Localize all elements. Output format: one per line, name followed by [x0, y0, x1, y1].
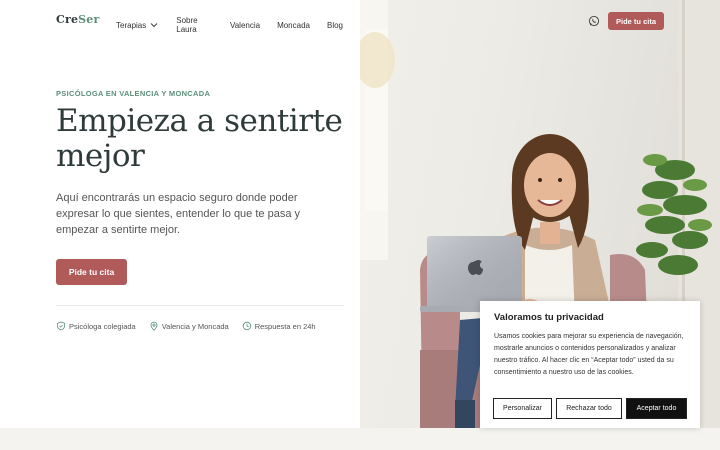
badge-label: Psicóloga colegiada — [69, 321, 136, 331]
chevron-down-icon — [150, 23, 158, 28]
nav-item-label: Moncada — [277, 20, 310, 30]
map-pin-icon — [150, 321, 158, 331]
hero-description: Aquí encontrarás un espacio seguro donde… — [56, 192, 300, 236]
logo-text-part1: Cre — [56, 13, 79, 26]
nav-item-moncada[interactable]: Moncada — [277, 21, 310, 30]
header-actions: Pide tu cita — [588, 12, 664, 30]
cookie-accept-button[interactable]: Aceptar todo — [626, 398, 687, 419]
whatsapp-icon[interactable] — [588, 15, 600, 27]
nav-item-blog[interactable]: Blog — [327, 21, 343, 30]
cookie-description: Usamos cookies para mejorar su experienc… — [494, 333, 684, 376]
nav-item-sobre-laura[interactable]: Sobre Laura — [176, 16, 213, 34]
logo-text-part2: Ser — [78, 13, 100, 26]
divider — [56, 305, 344, 306]
badge-label: Respuesta en 24h — [254, 321, 316, 331]
cookie-reject-button[interactable]: Rechazar todo — [556, 398, 622, 419]
main-nav: Terapias Sobre Laura Valencia Moncada Bl… — [116, 16, 360, 34]
badge-ubicacion: Valencia y Moncada — [149, 321, 229, 331]
site-logo[interactable]: CreSer — [56, 13, 100, 26]
next-section-strip — [0, 428, 720, 450]
nav-item-label: Terapias — [116, 20, 147, 30]
clock-icon — [242, 321, 251, 331]
cookie-title: Valoramos tu privacidad — [494, 312, 604, 323]
hero-left-column: CreSer Terapias Sobre Laura Valencia Mon… — [0, 0, 360, 428]
hero-title: Empieza a sentirte mejor — [56, 103, 343, 174]
cookie-customize-button[interactable]: Personalizar — [493, 398, 552, 419]
trust-badges: Psicóloga colegiada Valencia y Moncada R… — [56, 321, 329, 331]
nav-item-label: Blog — [326, 20, 343, 30]
nav-item-valencia[interactable]: Valencia — [230, 21, 260, 30]
badge-label: Valencia y Moncada — [161, 321, 229, 331]
header-cta-button[interactable]: Pide tu cita — [607, 12, 664, 30]
cookie-actions: Personalizar Rechazar todo Aceptar todo — [493, 398, 687, 419]
shield-check-icon — [57, 321, 65, 331]
hero-cta-button[interactable]: Pide tu cita — [56, 259, 127, 285]
badge-colegiada: Psicóloga colegiada — [56, 321, 136, 331]
hero-eyebrow: PSICÓLOGA EN VALENCIA Y MONCADA — [56, 89, 211, 98]
nav-item-label: Valencia — [229, 20, 261, 30]
cookie-consent-banner: Valoramos tu privacidad Usamos cookies p… — [480, 301, 700, 428]
nav-item-terapias[interactable]: Terapias — [116, 21, 159, 30]
badge-respuesta: Respuesta en 24h — [242, 321, 316, 331]
nav-item-label: Sobre Laura — [176, 16, 198, 34]
